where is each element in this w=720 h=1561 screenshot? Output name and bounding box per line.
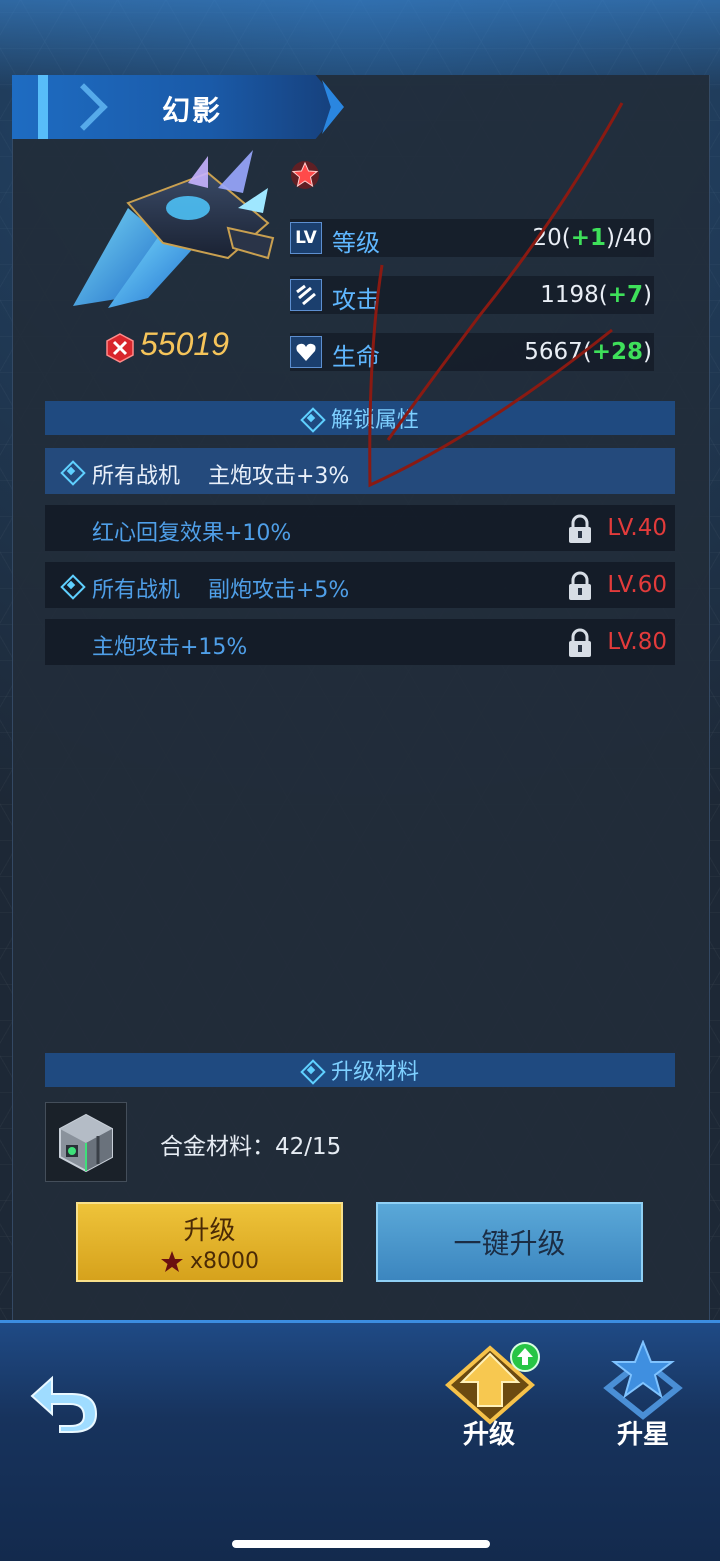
nav-star-label[interactable]: 升星 (617, 1414, 669, 1451)
diamond-icon (301, 408, 321, 428)
nav-upgrade-label[interactable]: 升级 (463, 1414, 515, 1451)
stat-row-hp: 生命 5667(+28) (290, 333, 654, 371)
diamond-icon (301, 1060, 321, 1080)
star-icon (160, 1250, 183, 1272)
diamond-icon (61, 575, 81, 595)
diamond-icon (61, 461, 81, 481)
title-banner: 幻影 (12, 75, 342, 139)
one-click-upgrade-label: 一键升级 (453, 1227, 566, 1260)
section-title: 升级材料 (330, 1060, 419, 1085)
stat-row-level: LV 等级 20(+1)/40 (290, 219, 654, 257)
stat-value: 5667(+28) (524, 339, 652, 365)
star-rank-icon (291, 161, 319, 189)
upgrade-button-label: 升级 (183, 1216, 236, 1246)
stat-value: 20(+1)/40 (532, 225, 652, 251)
unlock-level: LV.60 (607, 572, 667, 598)
material-section-header: 升级材料 (45, 1053, 675, 1087)
section-title: 解锁属性 (330, 408, 419, 433)
fighter-ship-image (73, 150, 275, 308)
fighter-name: 幻影 (162, 94, 223, 127)
material-count: 合金材料：42/15 (160, 1134, 342, 1160)
lock-icon (569, 514, 591, 543)
heart-shield-icon (290, 336, 322, 368)
one-click-upgrade-button[interactable]: 一键升级 (376, 1202, 643, 1282)
banner-stripe (38, 75, 48, 139)
stat-label: 攻击 (332, 286, 380, 314)
star-upgrade-nav-icon[interactable] (598, 1340, 688, 1420)
back-arrow-icon[interactable] (26, 1370, 102, 1434)
upgrade-available-badge (510, 1342, 540, 1372)
attribute-text: 主炮攻击+15% (92, 635, 248, 660)
attribute-row: 红心回复效果+10% LV.40 (45, 505, 675, 551)
unlock-section-header: 解锁属性 (45, 401, 675, 435)
stat-label: 等级 (332, 229, 380, 257)
attribute-row: 所有战机 主炮攻击+3% (45, 448, 675, 494)
home-indicator[interactable] (232, 1540, 490, 1548)
attribute-text: 所有战机 副炮攻击+5% (92, 578, 350, 603)
upgrade-button[interactable]: 升级 x8000 (76, 1202, 343, 1282)
upgrade-cost: x8000 (160, 1249, 259, 1274)
lock-icon (569, 571, 591, 600)
chevron-right-icon (60, 83, 108, 131)
stat-row-attack: 攻击 1198(+7) (290, 276, 654, 314)
unlock-level: LV.80 (607, 629, 667, 655)
combat-power-value: 55019 (140, 326, 229, 362)
stat-value: 1198(+7) (540, 282, 652, 308)
unlock-level: LV.40 (607, 515, 667, 541)
lock-icon (569, 628, 591, 657)
stat-label: 生命 (332, 343, 380, 371)
power-icon (106, 333, 134, 363)
upgrade-cost-value: x8000 (189, 1249, 259, 1274)
attribute-text: 所有战机 主炮攻击+3% (92, 464, 350, 489)
alloy-cube-icon[interactable] (45, 1102, 127, 1182)
attribute-row: 所有战机 副炮攻击+5% LV.60 (45, 562, 675, 608)
level-icon: LV (290, 222, 322, 254)
attribute-text: 红心回复效果+10% (92, 521, 292, 546)
attribute-row: 主炮攻击+15% LV.80 (45, 619, 675, 665)
attack-icon (290, 279, 322, 311)
